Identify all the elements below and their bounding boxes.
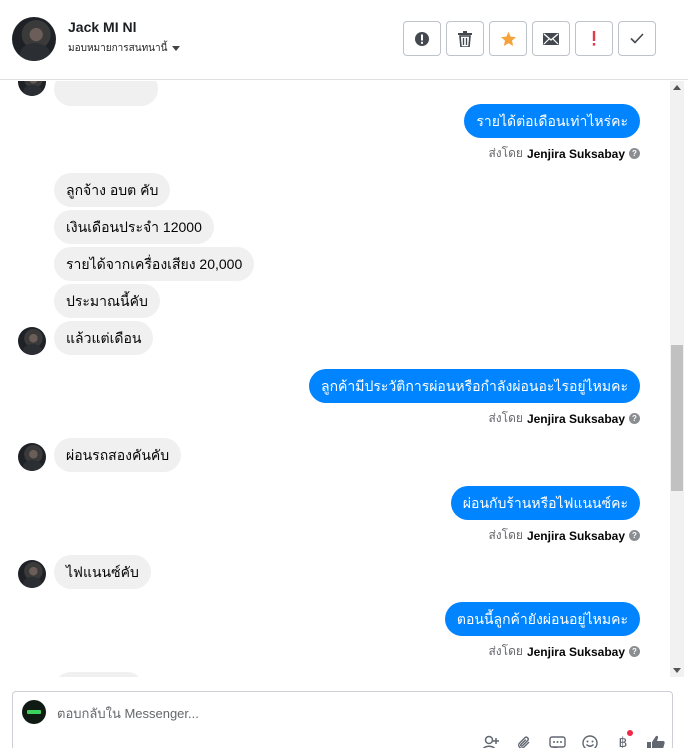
conversation-header: Jack MI Nl มอบหมายการสนทนานี้: [0, 0, 688, 80]
add-person-icon[interactable]: [481, 734, 501, 748]
delete-button[interactable]: [446, 21, 484, 56]
help-icon[interactable]: ?: [629, 413, 640, 424]
outgoing-message[interactable]: ตอนนี้ลูกค้ายังผ่อนอยู่ไหมคะ: [444, 602, 640, 636]
sent-by-label: ส่งโดย Jenjira Suksabay ?: [488, 526, 640, 545]
star-icon: [500, 31, 516, 46]
incoming-message[interactable]: เงินเดือนประจำ 12000: [54, 210, 214, 244]
caret-down-icon: [172, 46, 181, 51]
mark-done-button[interactable]: [618, 21, 656, 56]
scroll-down-arrow-icon[interactable]: [673, 668, 681, 673]
incoming-message[interactable]: แล้วแต่เดือน: [54, 321, 154, 355]
sent-by-label: ส่งโดย Jenjira Suksabay ?: [488, 642, 640, 661]
alert-circle-icon: [415, 31, 429, 46]
outgoing-message[interactable]: รายได้ต่อเดือนเท่าไหร่คะ: [464, 104, 640, 138]
incoming-message-partial[interactable]: [54, 81, 158, 106]
incoming-message[interactable]: ลูกจ้าง อบต คับ: [54, 173, 171, 207]
incoming-message[interactable]: ผ่อนรถสองคันคับ: [54, 438, 182, 472]
message-thread[interactable]: รายได้ต่อเดือนเท่าไหร่คะ ส่งโดย Jenjira …: [0, 81, 670, 677]
exclamation-icon: [592, 31, 596, 46]
mark-spam-button[interactable]: [403, 21, 441, 56]
help-icon[interactable]: ?: [629, 530, 640, 541]
composer-tools: ฿: [481, 730, 666, 748]
sent-by-agent[interactable]: Jenjira Suksabay: [527, 529, 625, 543]
contact-avatar[interactable]: [12, 17, 56, 61]
incoming-message[interactable]: ไฟแนนซ์คับ: [54, 555, 151, 589]
incoming-message[interactable]: ประมาณนี้คับ: [54, 284, 160, 318]
emoji-icon[interactable]: [580, 734, 600, 748]
star-button[interactable]: [489, 21, 527, 56]
sent-by-prefix: ส่งโดย: [488, 528, 523, 542]
check-icon: [630, 33, 644, 44]
scroll-up-arrow-icon[interactable]: [673, 85, 681, 90]
contact-name[interactable]: Jack MI Nl: [68, 19, 136, 35]
assign-conversation-label: มอบหมายการสนทนานี้: [68, 43, 168, 54]
sent-by-agent[interactable]: Jenjira Suksabay: [527, 645, 625, 659]
help-icon[interactable]: ?: [629, 148, 640, 159]
sent-by-prefix: ส่งโดย: [488, 411, 523, 425]
sent-by-prefix: ส่งโดย: [488, 644, 523, 658]
contact-avatar-small: [18, 560, 46, 588]
follow-up-button[interactable]: [575, 21, 613, 56]
reply-composer: ฿: [12, 691, 673, 748]
sent-by-agent[interactable]: Jenjira Suksabay: [527, 147, 625, 161]
paperclip-icon[interactable]: [514, 734, 534, 748]
sent-by-label: ส่งโดย Jenjira Suksabay ?: [488, 144, 640, 163]
page-avatar: [22, 700, 46, 724]
saved-replies-icon[interactable]: [547, 734, 567, 748]
trash-icon: [458, 30, 472, 47]
mail-icon: [543, 32, 559, 45]
scrollbar-thumb[interactable]: [671, 345, 683, 491]
contact-avatar-small: [18, 81, 46, 96]
sent-by-prefix: ส่งโดย: [488, 146, 523, 160]
currency-icon[interactable]: ฿: [613, 730, 633, 748]
contact-avatar-small: [18, 443, 46, 471]
sent-by-agent[interactable]: Jenjira Suksabay: [527, 412, 625, 426]
outgoing-message[interactable]: ผ่อนกับร้านหรือไฟแนนซ์คะ: [450, 486, 640, 520]
help-icon[interactable]: ?: [629, 646, 640, 657]
mark-unread-button[interactable]: [532, 21, 570, 56]
outgoing-message[interactable]: ลูกค้ามีประวัติการผ่อนหรือกำลังผ่อนอะไรอ…: [308, 369, 640, 403]
contact-avatar-small: [18, 327, 46, 355]
sent-by-label: ส่งโดย Jenjira Suksabay ?: [488, 409, 640, 428]
thread-scrollbar[interactable]: [670, 81, 684, 677]
reply-input[interactable]: [57, 706, 617, 721]
assign-conversation-dropdown[interactable]: มอบหมายการสนทนานี้: [68, 41, 181, 56]
notification-dot: [627, 730, 633, 736]
conversation-actions: [403, 21, 656, 56]
like-icon[interactable]: [646, 734, 666, 748]
incoming-message-partial[interactable]: [54, 672, 144, 677]
incoming-message[interactable]: รายได้จากเครื่องเสียง 20,000: [54, 247, 255, 281]
